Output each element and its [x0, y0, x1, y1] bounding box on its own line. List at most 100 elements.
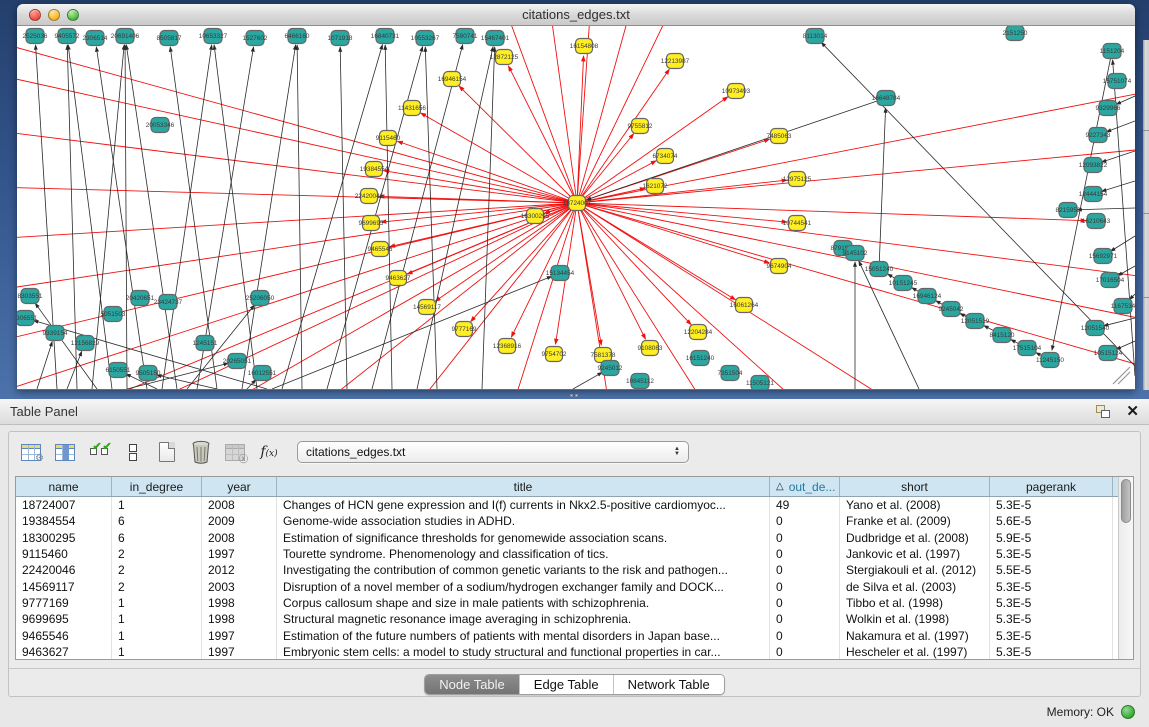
network-canvas[interactable]: 1872400716154808122139871097349374850631…: [17, 26, 1135, 389]
table-cell[interactable]: Wolkin et al. (1998): [840, 611, 990, 627]
table-cell[interactable]: Jankovic et al. (1997): [840, 546, 990, 562]
table-row[interactable]: 977716911998Corpus callosum shape and si…: [16, 595, 1118, 611]
panel-divider-handle[interactable]: [567, 392, 581, 398]
table-cell[interactable]: Tibbo et al. (1998): [840, 595, 990, 611]
table-cell[interactable]: 9777169: [16, 595, 112, 611]
graph-node[interactable]: 9115460: [376, 131, 401, 146]
graph-node[interactable]: 9227343: [1086, 128, 1111, 143]
graph-node[interactable]: 16151240: [686, 351, 715, 366]
graph-node[interactable]: 1071918: [328, 31, 353, 46]
table-cell[interactable]: 0: [770, 611, 840, 627]
graph-node[interactable]: 1527602: [243, 31, 268, 46]
scrollbar-thumb[interactable]: [1121, 479, 1131, 523]
table-cell[interactable]: Tourette syndrome. Phenomenology and cla…: [277, 546, 770, 562]
table-cell[interactable]: Hescheler et al. (1997): [840, 644, 990, 659]
column-header-short[interactable]: short: [840, 477, 990, 496]
graph-node[interactable]: 9245042: [939, 302, 964, 317]
graph-node[interactable]: 8415120: [990, 328, 1015, 343]
float-panel-icon[interactable]: [1096, 405, 1112, 419]
table-cell[interactable]: 0: [770, 627, 840, 643]
table-row[interactable]: 946362711997Embryonic stem cells: a mode…: [16, 644, 1118, 659]
table-cell[interactable]: Disruption of a novel member of a sodium…: [277, 578, 770, 594]
window-titlebar[interactable]: citations_edges.txt: [17, 4, 1135, 26]
column-header-title[interactable]: title: [277, 477, 770, 496]
graph-node[interactable]: 9405572: [55, 29, 80, 44]
graph-node[interactable]: 6734074: [653, 149, 678, 164]
column-header-name[interactable]: name: [16, 477, 112, 496]
graph-node[interactable]: 17016504: [1096, 273, 1125, 288]
graph-node[interactable]: 1621072: [643, 179, 668, 194]
table-cell[interactable]: 2: [112, 578, 202, 594]
graph-node[interactable]: 1167534: [1111, 299, 1135, 314]
graph-node[interactable]: 9699695: [359, 216, 384, 231]
graph-node[interactable]: 9329966: [1096, 101, 1121, 116]
graph-node[interactable]: 20053346: [146, 118, 175, 133]
table-cell[interactable]: 2008: [202, 497, 277, 513]
table-row[interactable]: 1830029562008Estimation of significance …: [16, 530, 1118, 546]
graph-node[interactable]: 7351504: [718, 366, 743, 381]
table-cell[interactable]: 5.5E-5: [990, 562, 1113, 578]
close-panel-icon[interactable]: ✕: [1126, 405, 1139, 419]
graph-node[interactable]: 20420651: [126, 291, 155, 306]
table-cell[interactable]: Franke et al. (2009): [840, 513, 990, 529]
table-row[interactable]: 911546021997Tourette syndrome. Phenomeno…: [16, 546, 1118, 562]
graph-node[interactable]: 8215953: [1056, 203, 1081, 218]
graph-node[interactable]: 23424737: [154, 295, 183, 310]
table-cell[interactable]: 0: [770, 644, 840, 659]
table-cell[interactable]: 19384554: [16, 513, 112, 529]
table-cell[interactable]: 6: [112, 530, 202, 546]
graph-node[interactable]: 12156829: [71, 336, 100, 351]
table-row[interactable]: 1872400712008Changes of HCN gene express…: [16, 497, 1118, 513]
table-cell[interactable]: Corpus callosum shape and size in male p…: [277, 595, 770, 611]
graph-node[interactable]: 12051540: [1081, 321, 1110, 336]
table-row[interactable]: 969969511998Structural magnetic resonanc…: [16, 611, 1118, 627]
graph-node[interactable]: 9754702: [542, 347, 567, 362]
graph-node[interactable]: 20691406: [111, 29, 140, 44]
table-cell[interactable]: 6: [112, 513, 202, 529]
column-header-pagerank[interactable]: pagerank: [990, 477, 1113, 496]
table-cell[interactable]: de Silva et al. (2003): [840, 578, 990, 594]
show-columns-button[interactable]: [51, 438, 79, 466]
graph-node[interactable]: 12975125: [783, 172, 812, 187]
table-cell[interactable]: 0: [770, 562, 840, 578]
tab-edge-table[interactable]: Edge Table: [520, 675, 614, 694]
create-column-button[interactable]: [153, 438, 181, 466]
table-cell[interactable]: 9463627: [16, 644, 112, 659]
graph-node[interactable]: 9505150: [136, 366, 161, 381]
column-header-year[interactable]: year: [202, 477, 277, 496]
graph-node[interactable]: 10553267: [411, 31, 440, 46]
graph-node[interactable]: 16840731: [371, 29, 400, 44]
graph-node[interactable]: 10744541: [783, 216, 812, 231]
graph-node[interactable]: 16154808: [570, 39, 599, 54]
vertical-scrollbar[interactable]: [1118, 477, 1133, 659]
graph-node[interactable]: 14569117: [413, 300, 441, 315]
graph-node[interactable]: 6466160: [285, 29, 310, 44]
table-cell[interactable]: Nakamura et al. (1997): [840, 627, 990, 643]
table-cell[interactable]: Estimation of significance thresholds fo…: [277, 530, 770, 546]
graph-node[interactable]: 2306514: [83, 31, 108, 46]
table-cell[interactable]: 1: [112, 611, 202, 627]
table-cell[interactable]: 5.9E-5: [990, 530, 1113, 546]
graph-node[interactable]: 15692971: [1089, 249, 1118, 264]
table-cell[interactable]: Yano et al. (2008): [840, 497, 990, 513]
table-cell[interactable]: Stergiakouli et al. (2012): [840, 562, 990, 578]
table-cell[interactable]: 5.3E-5: [990, 627, 1113, 643]
graph-node[interactable]: 2151250: [1003, 26, 1028, 41]
table-mode-button[interactable]: ⚙: [17, 438, 45, 466]
table-cell[interactable]: 5.3E-5: [990, 595, 1113, 611]
graph-node[interactable]: 19384554: [360, 162, 389, 177]
table-cell[interactable]: 0: [770, 513, 840, 529]
table-cell[interactable]: 5.3E-5: [990, 546, 1113, 562]
graph-node[interactable]: 15134454: [546, 266, 575, 281]
table-row[interactable]: 1938455462009Genome-wide association stu…: [16, 513, 1118, 529]
row-options-button[interactable]: [119, 438, 147, 466]
table-cell[interactable]: Dudbridge et al. (2008): [840, 530, 990, 546]
graph-node[interactable]: 9339154: [43, 326, 68, 341]
graph-node[interactable]: 12444154: [1079, 187, 1108, 202]
table-cell[interactable]: Structural magnetic resonance image aver…: [277, 611, 770, 627]
table-cell[interactable]: 2: [112, 562, 202, 578]
table-cell[interactable]: 18724007: [16, 497, 112, 513]
graph-node[interactable]: 16210643: [1082, 214, 1111, 229]
delete-column-button[interactable]: [187, 438, 215, 466]
graph-node[interactable]: 10973493: [722, 84, 751, 99]
